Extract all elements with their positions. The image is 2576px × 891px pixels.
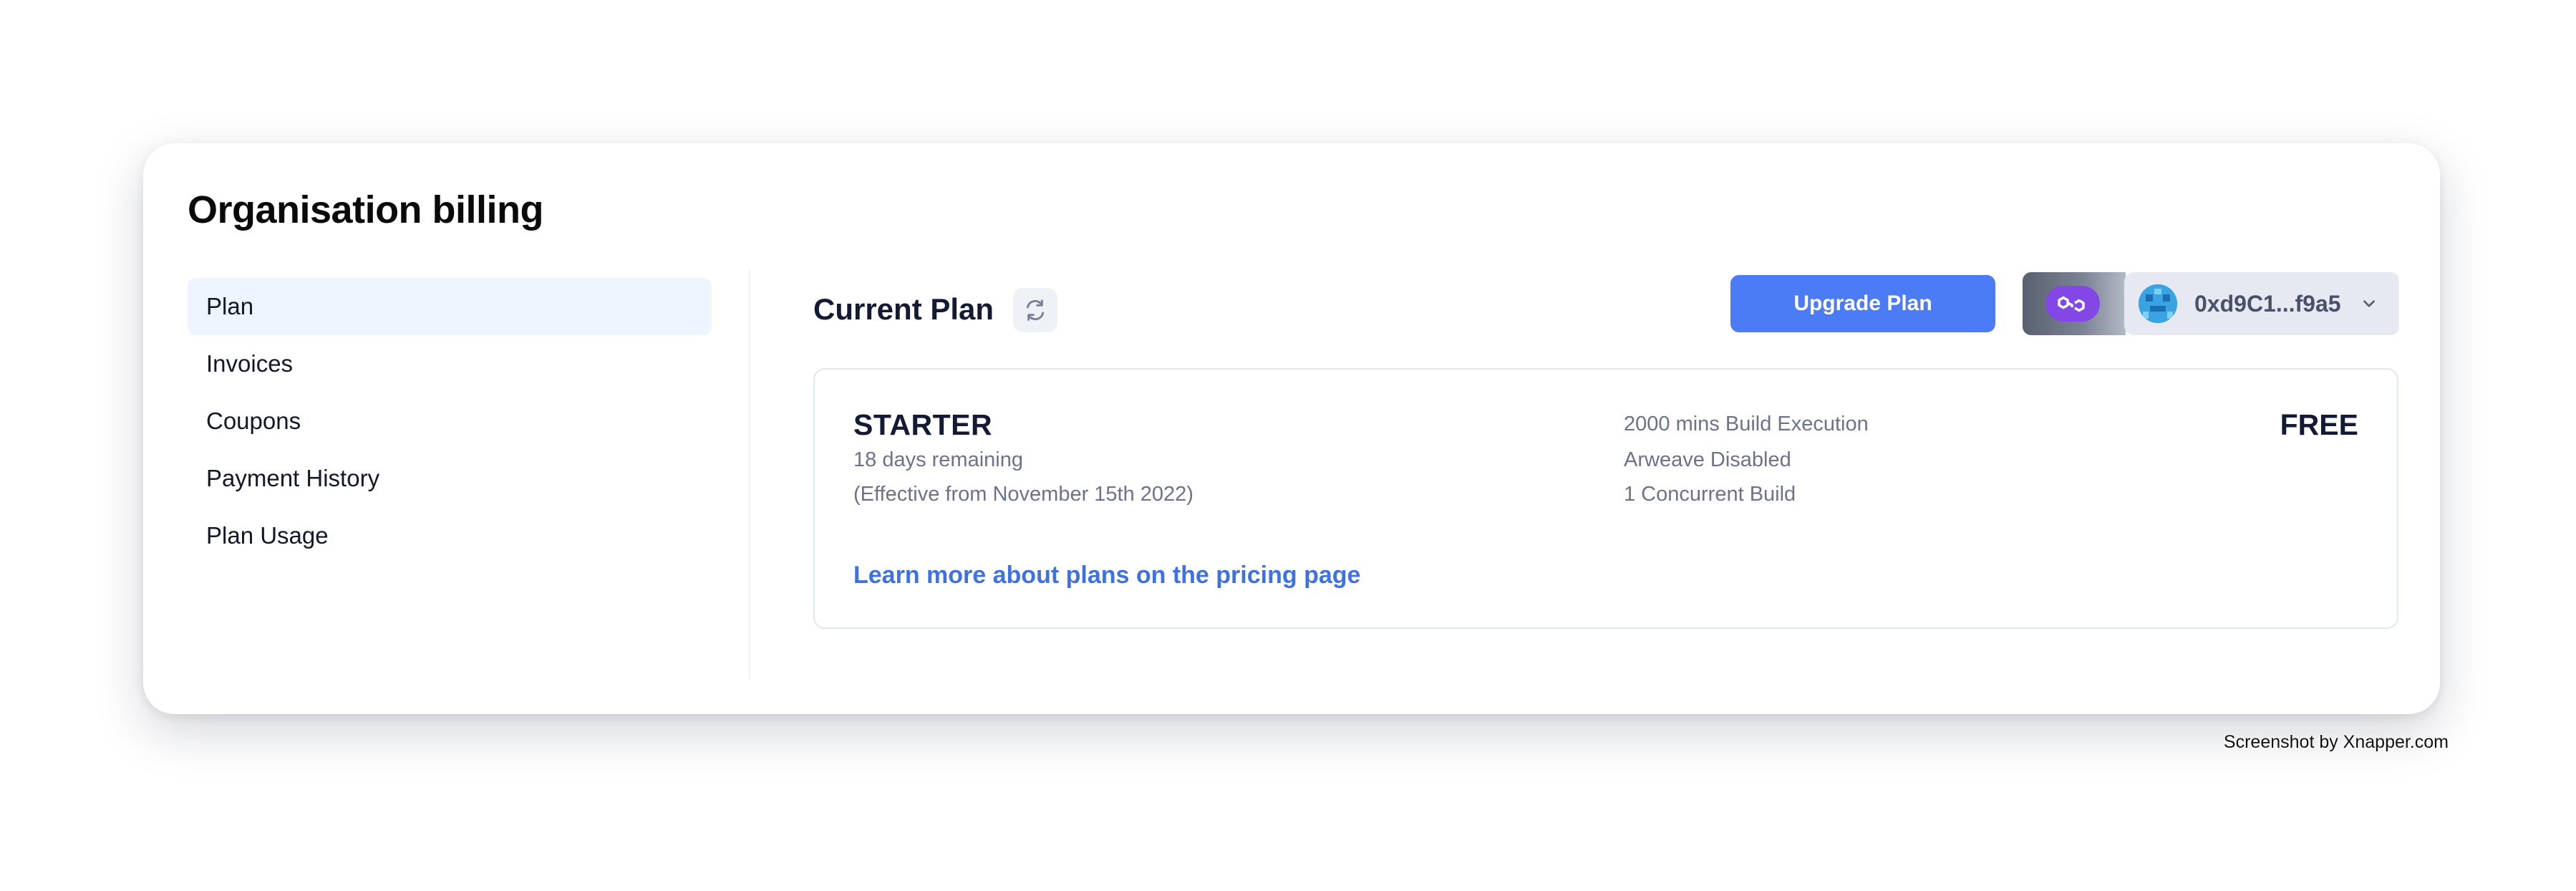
plan-effective-date: (Effective from November 15th 2022) — [853, 483, 1193, 506]
sidebar-item-plan-usage[interactable]: Plan Usage — [188, 507, 712, 564]
plan-name: STARTER — [853, 408, 993, 441]
refresh-icon — [1026, 299, 1045, 321]
sidebar-item-payment-history[interactable]: Payment History — [188, 450, 712, 507]
plan-price: FREE — [2280, 408, 2358, 441]
pricing-page-link[interactable]: Learn more about plans on the pricing pa… — [853, 562, 1360, 589]
plan-days-remaining: 18 days remaining — [853, 448, 1023, 471]
sidebar-item-invoices[interactable]: Invoices — [188, 335, 712, 392]
page-title: Organisation billing — [188, 188, 544, 231]
refresh-button[interactable] — [1013, 288, 1057, 332]
wallet-selector[interactable]: 0xd9C1...f9a5 — [2023, 272, 2399, 335]
sidebar-item-plan[interactable]: Plan — [188, 278, 712, 335]
wallet-address: 0xd9C1...f9a5 — [2194, 290, 2341, 317]
network-selector[interactable] — [2023, 272, 2126, 335]
account-button[interactable]: 0xd9C1...f9a5 — [2124, 272, 2399, 335]
account-avatar — [2139, 284, 2177, 323]
polygon-icon — [2045, 286, 2100, 322]
sidebar-item-coupons[interactable]: Coupons — [188, 392, 712, 450]
upgrade-plan-button[interactable]: Upgrade Plan — [1730, 275, 1995, 332]
billing-sidebar: Plan Invoices Coupons Payment History Pl… — [188, 278, 712, 564]
billing-card: Organisation billing Plan Invoices Coupo… — [143, 143, 2440, 714]
chevron-down-icon — [2360, 294, 2378, 313]
plan-details-card: STARTER 18 days remaining (Effective fro… — [813, 368, 2398, 629]
plan-feature-build-minutes: 2000 mins Build Execution — [1624, 413, 1869, 435]
current-plan-heading: Current Plan — [813, 292, 994, 326]
screenshot-credit: Screenshot by Xnapper.com — [2223, 732, 2449, 752]
plan-feature-concurrent-builds: 1 Concurrent Build — [1624, 483, 1796, 506]
sidebar-divider — [749, 269, 750, 679]
plan-feature-arweave: Arweave Disabled — [1624, 448, 1791, 471]
plan-panel: Current Plan Upgrade Plan 0xd9C1...f9a5 … — [813, 272, 2399, 673]
